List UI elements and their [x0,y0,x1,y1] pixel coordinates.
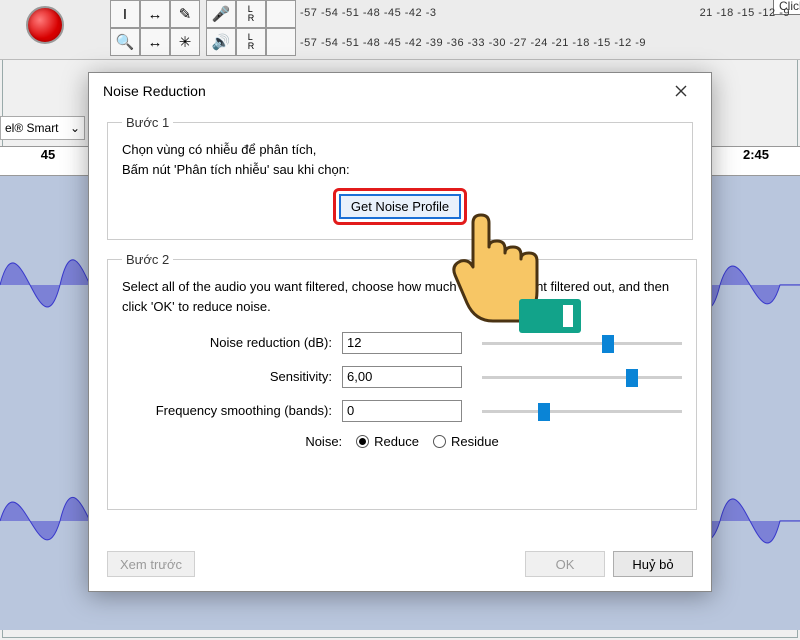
draw-tool-icon[interactable]: ✎ [170,0,200,28]
freq-smoothing-row: Frequency smoothing (bands): [122,400,682,422]
noise-mode-label: Noise: [305,434,342,449]
step2-legend: Bước 2 [122,252,173,267]
device-dropdown-label: el® Smart [5,121,59,135]
meter-scale-bottom: -57 -54 -51 -48 -45 -42 -39 -36 -33 -30 … [300,37,646,49]
mic-icon[interactable]: 🎤 [206,0,236,28]
ruler-time-left: 45 [41,147,55,162]
freq-smoothing-input[interactable] [342,400,462,422]
close-icon [675,85,687,97]
meter-scale-top-right: 21 -18 -15 -12 -9 [700,7,790,19]
device-dropdown[interactable]: el® Smart ⌄ [0,116,85,140]
noise-residue-radio[interactable]: Residue [433,434,499,449]
meter-scale-top: -57 -54 -51 -48 -45 -42 -3 [300,7,437,19]
sensitivity-input[interactable] [342,366,462,388]
zoom-tool-icon[interactable]: 🔍 [110,28,140,56]
timeshift-tool-icon[interactable]: ↔ [140,28,170,56]
tool-group-1: I ↔ ✎ 🔍 ↔ ✳ [110,0,200,56]
step2-group: Bước 2 Select all of the audio you want … [107,252,697,510]
chevron-down-icon: ⌄ [70,121,80,135]
cancel-button[interactable]: Huỷ bỏ [613,551,693,577]
radio-icon [433,435,446,448]
freq-smoothing-label: Frequency smoothing (bands): [122,403,332,418]
dialog-button-row: Xem trước OK Huỷ bỏ [107,551,693,577]
noise-reduce-label: Reduce [374,434,419,449]
close-button[interactable] [665,77,697,105]
get-noise-profile-highlight: Get Noise Profile [333,188,467,225]
playback-meter[interactable]: -57 -54 -51 -48 -45 -42 -39 -36 -33 -30 … [300,30,796,56]
noise-reduction-row: Noise reduction (dB): [122,332,682,354]
sensitivity-slider[interactable] [482,367,682,387]
multi-tool-icon[interactable]: ✳ [170,28,200,56]
noise-reduce-radio[interactable]: Reduce [356,434,419,449]
sensitivity-label: Sensitivity: [122,369,332,384]
speaker-icon[interactable]: 🔊 [206,28,236,56]
dialog-title: Noise Reduction [103,83,206,99]
preview-button[interactable]: Xem trước [107,551,195,577]
recording-meter[interactable]: -57 -54 -51 -48 -45 -42 -3 Click to Star… [300,0,796,26]
main-toolbar: I ↔ ✎ 🔍 ↔ ✳ 🎤 LR 🔊 LR -57 -54 -51 -48 -4… [0,0,800,60]
empty-cell-2 [266,28,296,56]
ok-button[interactable]: OK [525,551,605,577]
get-noise-profile-button[interactable]: Get Noise Profile [339,194,461,219]
step2-instructions: Select all of the audio you want filtere… [122,277,682,317]
dialog-titlebar: Noise Reduction [89,73,711,109]
record-button[interactable] [26,6,64,44]
sensitivity-row: Sensitivity: [122,366,682,388]
mic-lr-icon: LR [236,0,266,28]
step1-legend: Bước 1 [122,115,173,130]
noise-mode-row: Noise: Reduce Residue [122,434,682,449]
noise-reduction-label: Noise reduction (dB): [122,335,332,350]
speaker-lr-icon: LR [236,28,266,56]
ruler-time-right: 2:45 [743,147,769,162]
step1-group: Bước 1 Chọn vùng có nhiễu để phân tích, … [107,115,693,240]
noise-reduction-input[interactable] [342,332,462,354]
step1-instructions: Chọn vùng có nhiễu để phân tích, Bấm nút… [122,140,678,180]
radio-icon [356,435,369,448]
noise-reduction-slider[interactable] [482,333,682,353]
freq-smoothing-slider[interactable] [482,401,682,421]
noise-residue-label: Residue [451,434,499,449]
envelope-tool-icon[interactable]: ↔ [140,0,170,28]
noise-reduction-dialog: Noise Reduction Bước 1 Chọn vùng có nhiễ… [88,72,712,592]
selection-tool-icon[interactable]: I [110,0,140,28]
tool-group-2: 🎤 LR 🔊 LR [206,0,296,56]
empty-cell [266,0,296,28]
